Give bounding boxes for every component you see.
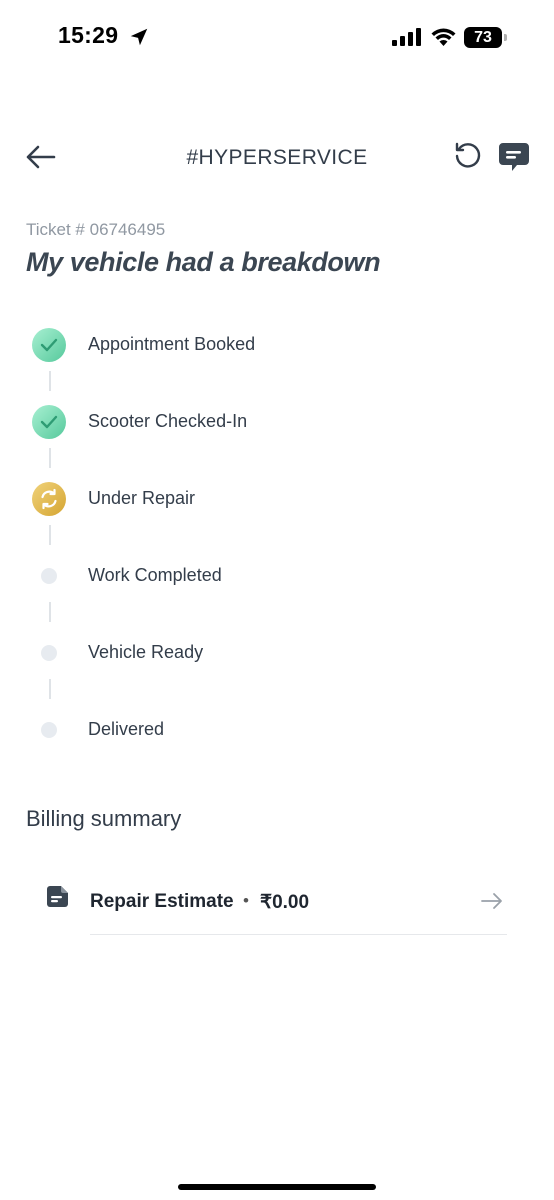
history-icon[interactable] [452,140,484,172]
billing-item-amount: ₹0.00 [260,892,310,913]
timeline-step-appointment-booked: Appointment Booked [0,320,554,370]
billing-item-separator: • [243,891,249,910]
check-icon [32,328,66,362]
timeline-connector [49,371,51,391]
timeline-step-label: Vehicle Ready [88,642,204,662]
status-bar: 15:29 73 [0,0,554,76]
ticket-title: My vehicle had a breakdown [26,247,381,277]
pending-dot-icon [41,645,57,661]
timeline-connector [49,602,51,622]
chat-icon[interactable] [498,140,530,174]
status-time: 15:29 [58,22,119,48]
timeline-step-delivered: Delivered [0,705,554,755]
timeline-step-label: Work Completed [88,565,222,585]
timeline-connector [49,679,51,699]
battery-tip [504,34,507,41]
refresh-icon [32,482,66,516]
arrow-right-icon[interactable] [480,891,504,911]
billing-summary-heading: Billing summary [26,806,182,831]
pending-dot-icon [41,568,57,584]
timeline-step-label: Appointment Booked [88,334,256,354]
timeline-step-label: Under Repair [88,488,196,508]
pending-dot-icon [41,722,57,738]
timeline-connector [49,525,51,545]
repair-estimate-row[interactable]: Repair Estimate • ₹0.00 [0,872,554,936]
billing-item-label: Repair Estimate [90,891,234,912]
timeline-connector [49,448,51,468]
app-header: #HYPERSERVICE [0,130,554,186]
cellular-signal-icon [392,28,421,46]
check-icon [32,405,66,439]
home-indicator[interactable] [178,1184,376,1190]
battery-level: 73 [474,29,492,46]
location-arrow-icon [130,28,148,46]
timeline-step-label: Scooter Checked-In [88,411,248,431]
document-icon [47,886,68,907]
ticket-number: Ticket # 06746495 [26,220,166,239]
timeline-step-work-completed: Work Completed [0,551,554,601]
battery-indicator: 73 [464,27,508,48]
timeline-step-scooter-checked-in: Scooter Checked-In [0,397,554,447]
timeline-step-under-repair: Under Repair [0,474,554,524]
billing-divider [90,934,507,935]
timeline-step-label: Delivered [88,719,165,739]
wifi-icon [431,28,456,46]
timeline-step-vehicle-ready: Vehicle Ready [0,628,554,678]
